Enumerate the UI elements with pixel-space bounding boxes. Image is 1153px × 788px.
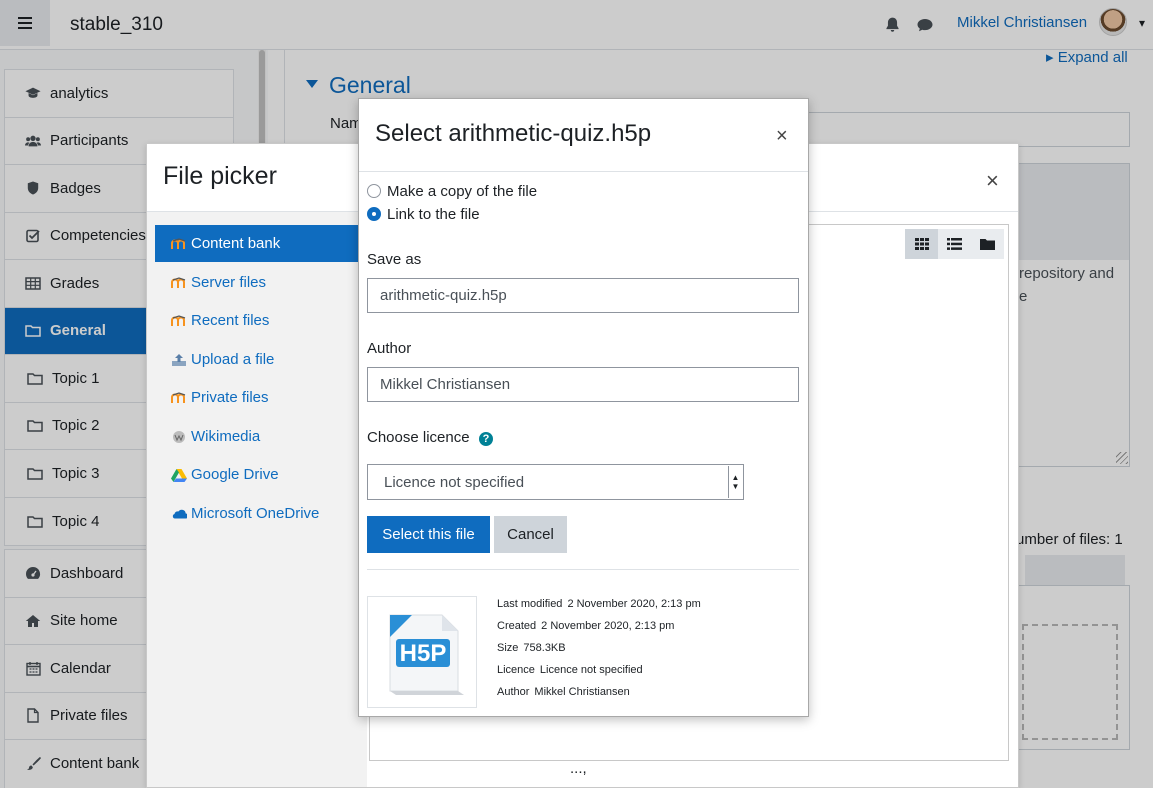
google-drive-icon	[171, 468, 187, 482]
option-make-copy[interactable]: Make a copy of the file	[367, 181, 537, 201]
onedrive-icon	[171, 507, 187, 521]
view-toggle-group	[905, 229, 1005, 259]
repo-label: Private files	[191, 389, 269, 406]
close-icon[interactable]: ×	[986, 170, 999, 192]
tree-view-button[interactable]	[971, 229, 1004, 259]
repo-label: Content bank	[191, 235, 281, 252]
repo-label: Server files	[191, 274, 267, 291]
detail-key: Size	[497, 642, 519, 654]
save-as-label: Save as	[367, 251, 422, 268]
h5p-icon: H5P	[389, 614, 464, 695]
detail-author: Author Mikkel Christiansen	[497, 686, 630, 698]
detail-created: Created 2 November 2020, 2:13 pm	[497, 620, 674, 632]
background-text-fragment: ...,	[570, 760, 587, 777]
file-picker-title: File picker	[163, 162, 277, 190]
icon-view-button[interactable]	[905, 229, 938, 259]
list-icon	[947, 238, 962, 250]
upload-icon	[171, 353, 187, 367]
grid-icon	[914, 238, 929, 250]
cancel-button[interactable]: Cancel	[494, 516, 567, 553]
select-file-title: Select arithmetic-quiz.h5p	[375, 120, 652, 147]
repo-google-drive[interactable]: Google Drive	[155, 456, 365, 493]
repo-recent-files[interactable]: Recent files	[155, 302, 365, 339]
moodle-icon	[171, 237, 187, 251]
detail-key: Created	[497, 620, 537, 632]
moodle-icon	[171, 276, 187, 290]
author-input[interactable]	[367, 367, 799, 402]
detail-licence: Licence Licence not specified	[497, 664, 643, 676]
detail-value: 2 November 2020, 2:13 pm	[567, 598, 701, 610]
detail-last-modified: Last modified 2 November 2020, 2:13 pm	[497, 598, 701, 610]
list-view-button[interactable]	[938, 229, 971, 259]
repo-upload-file[interactable]: Upload a file	[155, 341, 365, 378]
repo-onedrive[interactable]: Microsoft OneDrive	[155, 495, 365, 532]
option-link-file[interactable]: Link to the file	[367, 204, 480, 224]
repo-label: Wikimedia	[191, 428, 261, 445]
detail-key: Author	[497, 686, 530, 698]
save-as-input[interactable]	[367, 278, 799, 313]
folder-icon	[980, 239, 995, 250]
select-arrows-icon[interactable]: ▲ ▼	[728, 466, 742, 498]
detail-key: Last modified	[497, 598, 563, 610]
repo-label: Microsoft OneDrive	[191, 505, 320, 522]
radio-button[interactable]	[367, 184, 381, 198]
repo-server-files[interactable]: Server files	[155, 264, 365, 301]
option-label: Link to the file	[387, 205, 480, 223]
detail-value: 2 November 2020, 2:13 pm	[541, 620, 675, 632]
repo-content-bank[interactable]: Content bank	[155, 225, 365, 262]
detail-key: Licence	[497, 664, 535, 676]
detail-size: Size 758.3KB	[497, 642, 566, 654]
divider	[359, 171, 808, 172]
detail-value: Licence not specified	[539, 664, 643, 676]
licence-label: Choose licence	[367, 429, 470, 446]
select-file-button[interactable]: Select this file	[367, 516, 490, 553]
repo-label: Upload a file	[191, 351, 275, 368]
close-icon[interactable]: ×	[776, 126, 788, 146]
option-label: Make a copy of the file	[387, 182, 538, 200]
author-label: Author	[367, 340, 412, 357]
licence-select-value: Licence not specified	[384, 474, 525, 491]
repo-private-files[interactable]: Private files	[155, 379, 365, 416]
radio-button-selected[interactable]	[367, 207, 381, 221]
repo-label: Recent files	[191, 312, 270, 329]
moodle-icon	[171, 391, 187, 405]
moodle-icon	[171, 314, 187, 328]
detail-value: Mikkel Christiansen	[534, 686, 630, 698]
divider	[367, 569, 799, 570]
wikimedia-icon	[171, 430, 187, 444]
detail-value: 758.3KB	[523, 642, 566, 654]
svg-text:H5P: H5P	[400, 640, 447, 667]
repo-label: Google Drive	[191, 466, 279, 483]
repo-wikimedia[interactable]: Wikimedia	[155, 418, 365, 455]
help-icon[interactable]: ?	[479, 432, 493, 446]
